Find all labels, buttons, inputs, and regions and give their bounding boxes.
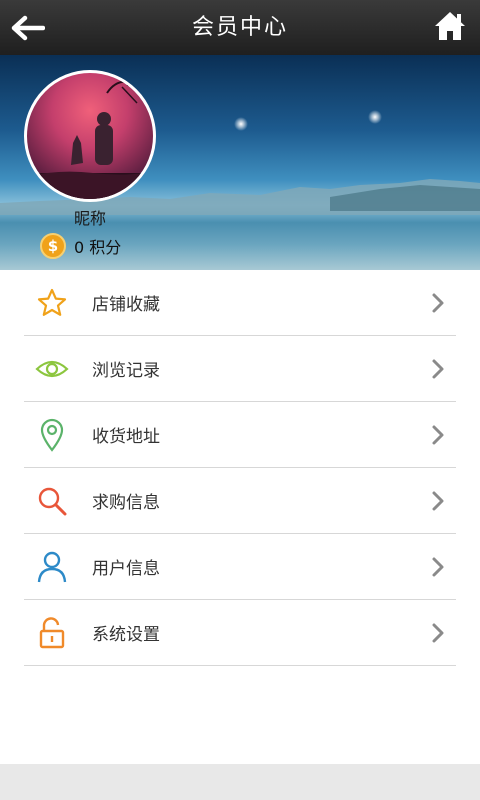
points-text: 0 积分 — [74, 238, 122, 257]
home-button[interactable] — [430, 6, 470, 46]
menu-item-browse-history[interactable]: 浏览记录 — [24, 336, 456, 402]
light-sparkle — [368, 110, 382, 124]
coin-icon: $ — [40, 233, 66, 259]
points-info: $ 0 积分 — [40, 233, 121, 259]
chevron-right-icon — [428, 290, 448, 316]
chevron-right-icon — [428, 620, 448, 646]
menu-item-label: 求购信息 — [92, 493, 160, 513]
menu-item-shipping-address[interactable]: 收货地址 — [24, 402, 456, 468]
chevron-right-icon — [428, 356, 448, 382]
menu-item-purchase-requests[interactable]: 求购信息 — [24, 468, 456, 534]
menu-item-user-info[interactable]: 用户信息 — [24, 534, 456, 600]
nickname: 昵称 — [73, 209, 106, 228]
top-bar: 会员中心 — [0, 0, 480, 55]
menu-item-label: 系统设置 — [92, 625, 160, 645]
eye-icon — [24, 336, 80, 402]
user-icon — [24, 534, 80, 600]
search-icon — [24, 468, 80, 534]
menu-item-label: 浏览记录 — [92, 361, 160, 381]
bottom-bar — [0, 764, 480, 800]
chevron-right-icon — [428, 554, 448, 580]
avatar-image — [27, 80, 153, 199]
profile-banner: 昵称 $ 0 积分 — [0, 55, 480, 270]
menu-item-label: 用户信息 — [92, 559, 160, 579]
chevron-right-icon — [428, 422, 448, 448]
page-title: 会员中心 — [191, 15, 288, 40]
menu-item-label: 收货地址 — [92, 427, 160, 447]
menu-item-label: 店铺收藏 — [92, 295, 160, 315]
menu-item-system-settings[interactable]: 系统设置 — [24, 600, 456, 666]
home-icon — [435, 12, 465, 40]
menu-item-shop-favorites[interactable]: 店铺收藏 — [24, 270, 456, 336]
lock-icon — [24, 600, 80, 666]
star-icon — [24, 270, 80, 336]
chevron-right-icon — [428, 488, 448, 514]
light-sparkle — [234, 117, 248, 131]
location-pin-icon — [24, 402, 80, 468]
avatar[interactable] — [24, 70, 156, 202]
menu-list: 店铺收藏 浏览记录 收货地址 求购信息 用户信息 系统设置 — [24, 270, 456, 666]
